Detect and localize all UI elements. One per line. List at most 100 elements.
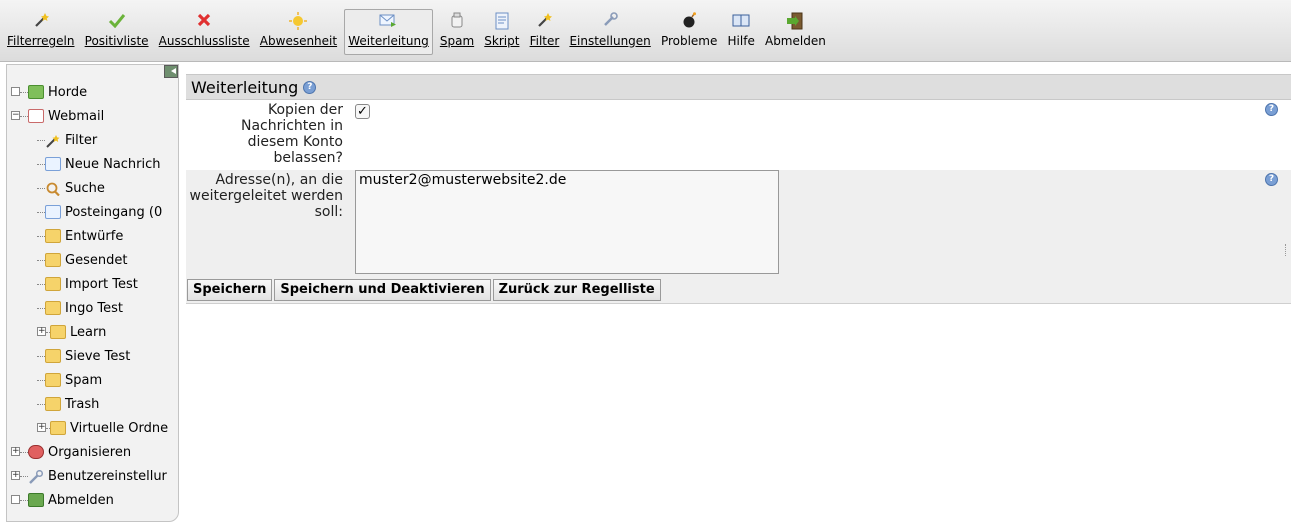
expand-icon[interactable]: + (37, 423, 46, 432)
folder-icon (45, 300, 61, 315)
search-icon (45, 181, 61, 196)
toolbar-abmelden[interactable]: Abmelden (762, 10, 829, 56)
toolbar-filter[interactable]: Filter (527, 10, 563, 56)
toolbar-filterregeln[interactable]: Filterregeln (4, 10, 78, 56)
sidebar-item-label: Neue Nachrich (65, 157, 161, 172)
sidebar-item-label: Learn (70, 325, 107, 340)
sidebar-collapse-button[interactable] (164, 65, 178, 78)
button-bar: Speichern Speichern und Deaktivieren Zurüc… (186, 276, 1291, 304)
toolbar-abwesenheit[interactable]: Abwesenheit (257, 10, 340, 56)
sidebar-item-webmail[interactable]: − Webmail (7, 105, 178, 129)
sidebar-item-label: Gesendet (65, 253, 128, 268)
checkmark-icon (85, 12, 149, 32)
x-mark-icon (159, 12, 250, 32)
sidebar-item-label: Abmelden (48, 493, 114, 508)
sidebar: Horde − Webmail Filter Neue Nachrich Such… (6, 64, 179, 522)
forward-mail-icon (348, 12, 428, 32)
toolbar-ausschlussliste[interactable]: Ausschlussliste (156, 10, 253, 56)
sidebar-item-label: Horde (48, 85, 88, 100)
sidebar-item-sent[interactable]: Gesendet (7, 249, 178, 273)
sidebar-item-new-message[interactable]: Neue Nachrich (7, 153, 178, 177)
sidebar-item-organize[interactable]: + Organisieren (7, 441, 178, 465)
sidebar-item-inbox[interactable]: Posteingang (0 (7, 201, 178, 225)
compose-icon (45, 156, 61, 171)
sidebar-item-preferences[interactable]: + Benutzereinstellur (7, 465, 178, 489)
folder-icon (50, 420, 66, 435)
sidebar-item-ingo-test[interactable]: Ingo Test (7, 297, 178, 321)
book-icon (728, 12, 755, 32)
help-icon[interactable]: ? (303, 80, 317, 94)
sidebar-item-label: Filter (65, 133, 98, 148)
toolbar-spam[interactable]: Spam (437, 10, 477, 56)
toolbar-hilfe[interactable]: Hilfe (725, 10, 758, 56)
inbox-icon (45, 204, 61, 219)
help-icon[interactable]: ? (1265, 173, 1278, 186)
horde-icon (28, 84, 44, 99)
address-textarea[interactable]: muster2@musterwebsite2.de (355, 170, 779, 274)
sidebar-item-label: Sieve Test (65, 349, 131, 364)
script-icon (484, 12, 519, 32)
expand-icon[interactable]: + (11, 471, 20, 480)
folder-icon (45, 276, 61, 291)
sidebar-item-label: Ingo Test (65, 301, 124, 316)
webmail-icon (28, 108, 44, 123)
expander-icon[interactable] (11, 495, 20, 504)
sidebar-item-label: Virtuelle Ordne (70, 421, 169, 436)
help-icon[interactable]: ? (1265, 103, 1278, 116)
logout-icon (28, 492, 44, 507)
toolbar-positivliste[interactable]: Positivliste (82, 10, 152, 56)
sidebar-item-drafts[interactable]: Entwürfe (7, 225, 178, 249)
sidebar-item-label: Import Test (65, 277, 138, 292)
sidebar-item-trash[interactable]: Trash (7, 393, 178, 417)
expander-icon[interactable] (11, 87, 20, 96)
sidebar-item-label: Suche (65, 181, 105, 196)
sidebar-item-virtual-folders[interactable]: + Virtuelle Ordne (7, 417, 178, 441)
wrench-icon (28, 469, 44, 484)
logout-icon (765, 12, 826, 32)
collapse-icon[interactable]: − (11, 111, 20, 120)
sidebar-item-label: Trash (65, 397, 100, 412)
expand-icon[interactable]: + (37, 327, 46, 336)
save-and-deactivate-button[interactable]: Speichern und Deaktivieren (274, 279, 491, 301)
address-row: Adresse(n), an die weitergeleitet werden… (186, 170, 1291, 276)
sent-folder-icon (45, 252, 61, 267)
sidebar-item-filter[interactable]: Filter (7, 129, 178, 153)
sidebar-item-label: Posteingang (0 (65, 205, 163, 220)
main-content: Weiterleitung ? Kopien der Nachrichten i… (186, 74, 1291, 304)
back-to-rules-button[interactable]: Zurück zur Regelliste (492, 279, 661, 301)
toolbar-einstellungen[interactable]: Einstellungen (566, 10, 653, 56)
sidebar-item-logout[interactable]: Abmelden (7, 489, 178, 513)
toolbar-probleme[interactable]: Probleme (658, 10, 720, 56)
organize-icon (28, 444, 44, 459)
sidebar-item-spam[interactable]: Spam (7, 369, 178, 393)
expand-icon[interactable]: + (11, 447, 20, 456)
sidebar-item-import-test[interactable]: Import Test (7, 273, 178, 297)
wrench-icon (569, 12, 650, 32)
wand-icon (530, 12, 560, 32)
toolbar-label: Abmelden (764, 34, 826, 48)
keep-copy-checkbox[interactable]: ✓ (355, 104, 370, 119)
toolbar-label: Filter (529, 34, 560, 48)
toolbar-label: Skript (484, 34, 520, 48)
spam-icon (440, 12, 474, 32)
folder-icon (45, 348, 61, 363)
sidebar-item-label: Entwürfe (65, 229, 124, 244)
toolbar-weiterleitung[interactable]: Weiterleitung (344, 9, 433, 55)
sidebar-item-sieve-test[interactable]: Sieve Test (7, 345, 178, 369)
save-button[interactable]: Speichern (187, 279, 273, 301)
trash-folder-icon (45, 396, 61, 411)
sidebar-tree: Horde − Webmail Filter Neue Nachrich Such… (7, 81, 178, 513)
sidebar-item-horde[interactable]: Horde (7, 81, 178, 105)
toolbar-skript[interactable]: Skript (481, 10, 522, 56)
sidebar-item-learn[interactable]: + Learn (7, 321, 178, 345)
keep-copy-row: Kopien der Nachrichten in diesem Konto b… (186, 100, 1291, 170)
toolbar-label: Filterregeln (7, 34, 75, 48)
drafts-folder-icon (45, 228, 61, 243)
sidebar-item-label: Webmail (48, 109, 105, 124)
toolbar-label: Positivliste (84, 34, 149, 48)
keep-copy-label: Kopien der Nachrichten in diesem Konto b… (240, 102, 343, 166)
resize-grip[interactable] (1285, 244, 1287, 256)
toolbar-label: Hilfe (727, 34, 755, 48)
toolbar-label: Weiterleitung (348, 34, 429, 48)
sidebar-item-search[interactable]: Suche (7, 177, 178, 201)
